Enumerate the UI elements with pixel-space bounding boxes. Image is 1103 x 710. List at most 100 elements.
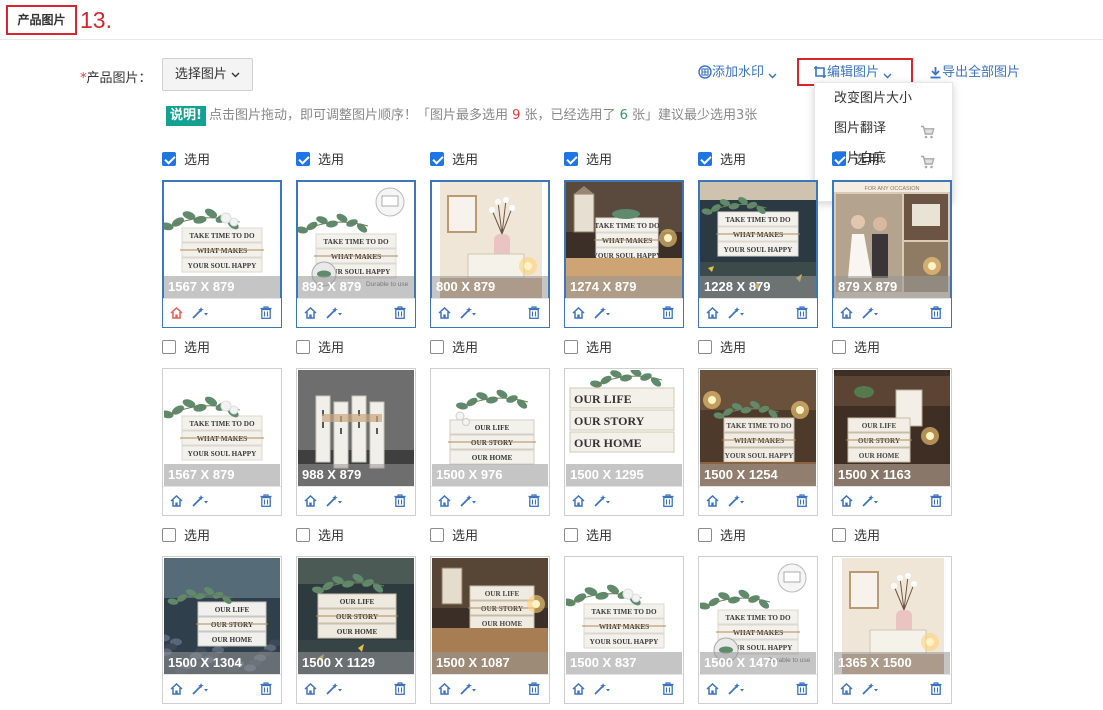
- trash-icon[interactable]: [260, 306, 272, 323]
- set-main-image-icon[interactable]: [706, 306, 719, 323]
- checkbox-box[interactable]: [296, 528, 310, 542]
- image-frame[interactable]: 800 X 879: [430, 180, 550, 328]
- product-thumbnail[interactable]: TAKE TIME TO DO WHAT MAKES YOUR SOUL HAPPY…: [298, 182, 414, 298]
- image-frame[interactable]: FOR ANY OCCASION 879 X 879: [832, 180, 952, 328]
- checkbox-box[interactable]: [832, 528, 846, 542]
- magic-wand-icon[interactable]: [325, 494, 345, 512]
- edit-images-button[interactable]: 编辑图片: [813, 64, 892, 82]
- trash-icon[interactable]: [528, 682, 540, 699]
- set-main-image-icon[interactable]: [572, 682, 585, 699]
- image-frame[interactable]: TAKE TIME TO DO WHAT MAKES YOUR SOUL HAPPY…: [296, 180, 416, 328]
- set-main-image-icon[interactable]: [840, 306, 853, 323]
- product-thumbnail[interactable]: TAKE TIME TO DO WHAT MAKES YOUR SOUL HAPPY…: [164, 182, 280, 298]
- select-checkbox[interactable]: 选用: [430, 340, 478, 358]
- set-main-image-icon[interactable]: [840, 682, 853, 699]
- magic-wand-icon[interactable]: [727, 494, 747, 512]
- product-thumbnail[interactable]: 800 X 879: [432, 182, 548, 298]
- select-checkbox[interactable]: 选用: [564, 528, 612, 546]
- product-thumbnail[interactable]: OUR LIFE OUR STORY OUR HOME 1500 X 1163: [834, 370, 950, 486]
- magic-wand-icon[interactable]: [459, 682, 479, 700]
- image-frame[interactable]: OUR LIFE OUR STORY OUR HOME 1500 X 1087: [430, 556, 550, 704]
- checkbox-box[interactable]: [832, 340, 846, 354]
- select-checkbox[interactable]: 选用: [698, 340, 746, 358]
- select-checkbox[interactable]: 选用: [698, 152, 746, 170]
- edit-menu-item[interactable]: 图片翻译: [815, 114, 952, 144]
- select-checkbox[interactable]: 选用: [162, 152, 210, 170]
- set-main-image-icon[interactable]: [840, 494, 853, 511]
- product-thumbnail[interactable]: TAKE TIME TO DO WHAT MAKES YOUR SOUL HAPPY…: [164, 370, 280, 486]
- set-main-image-icon[interactable]: [438, 306, 451, 323]
- trash-icon[interactable]: [930, 682, 942, 699]
- select-checkbox[interactable]: 选用: [832, 528, 880, 546]
- set-main-image-icon[interactable]: [438, 682, 451, 699]
- magic-wand-icon[interactable]: [191, 494, 211, 512]
- select-checkbox[interactable]: 选用: [162, 528, 210, 546]
- magic-wand-icon[interactable]: [593, 306, 613, 324]
- checkbox-box[interactable]: [296, 340, 310, 354]
- checkbox-box[interactable]: [430, 152, 444, 166]
- product-thumbnail[interactable]: OUR LIFE OUR STORY OUR HOME 1500 X 1087: [432, 558, 548, 674]
- trash-icon[interactable]: [394, 306, 406, 323]
- magic-wand-icon[interactable]: [861, 494, 881, 512]
- image-frame[interactable]: OUR LIFE OUR STORY OUR HOME 1500 X 1304: [162, 556, 282, 704]
- trash-icon[interactable]: [796, 306, 808, 323]
- magic-wand-icon[interactable]: [459, 306, 479, 324]
- image-frame[interactable]: TAKE TIME TO DO WHAT MAKES YOUR SOUL HAPPY…: [698, 180, 818, 328]
- set-main-image-icon[interactable]: [706, 494, 719, 511]
- product-thumbnail[interactable]: TAKE TIME TO DO WHAT MAKES YOUR SOUL HAPPY…: [566, 558, 682, 674]
- trash-icon[interactable]: [796, 682, 808, 699]
- checkbox-box[interactable]: [296, 152, 310, 166]
- checkbox-box[interactable]: [430, 340, 444, 354]
- product-thumbnail[interactable]: OUR LIFE OUR STORY OUR HOME 1500 X 976: [432, 370, 548, 486]
- magic-wand-icon[interactable]: [459, 494, 479, 512]
- select-checkbox[interactable]: 选用: [832, 340, 880, 358]
- select-checkbox[interactable]: 选用: [296, 340, 344, 358]
- trash-icon[interactable]: [528, 494, 540, 511]
- product-thumbnail[interactable]: OUR LIFE OUR STORY OUR HOME 1500 X 1304: [164, 558, 280, 674]
- checkbox-box[interactable]: [832, 152, 846, 166]
- checkbox-box[interactable]: [698, 152, 712, 166]
- select-checkbox[interactable]: 选用: [296, 152, 344, 170]
- checkbox-box[interactable]: [162, 152, 176, 166]
- trash-icon[interactable]: [796, 494, 808, 511]
- checkbox-box[interactable]: [564, 528, 578, 542]
- product-thumbnail[interactable]: TAKE TIME TO DO WHAT MAKES YOUR SOUL HAPPY…: [700, 182, 816, 298]
- image-frame[interactable]: TAKE TIME TO DO WHAT MAKES YOUR SOUL HAPPY…: [162, 180, 282, 328]
- magic-wand-icon[interactable]: [727, 306, 747, 324]
- magic-wand-icon[interactable]: [325, 682, 345, 700]
- checkbox-box[interactable]: [162, 340, 176, 354]
- image-frame[interactable]: 1365 X 1500: [832, 556, 952, 704]
- magic-wand-icon[interactable]: [727, 682, 747, 700]
- trash-icon[interactable]: [528, 306, 540, 323]
- set-main-image-icon[interactable]: [438, 494, 451, 511]
- trash-icon[interactable]: [662, 682, 674, 699]
- image-frame[interactable]: TAKE TIME TO DO WHAT MAKES YOUR SOUL HAPPY…: [162, 368, 282, 516]
- set-main-image-icon[interactable]: [572, 306, 585, 323]
- image-frame[interactable]: OUR LIFE OUR STORY OUR HOME 1500 X 1295: [564, 368, 684, 516]
- select-checkbox[interactable]: 选用: [698, 528, 746, 546]
- set-main-image-icon[interactable]: [170, 494, 183, 511]
- set-main-image-icon[interactable]: [170, 682, 183, 699]
- image-frame[interactable]: TAKE TIME TO DO WHAT MAKES YOUR SOUL HAPPY…: [564, 180, 684, 328]
- image-frame[interactable]: TAKE TIME TO DO WHAT MAKES YOUR SOUL HAPPY…: [698, 556, 818, 704]
- select-images-button[interactable]: 选择图片: [162, 58, 253, 91]
- checkbox-box[interactable]: [162, 528, 176, 542]
- magic-wand-icon[interactable]: [593, 682, 613, 700]
- trash-icon[interactable]: [662, 306, 674, 323]
- select-checkbox[interactable]: 选用: [162, 340, 210, 358]
- product-thumbnail[interactable]: FOR ANY OCCASION 879 X 879: [834, 182, 950, 298]
- magic-wand-icon[interactable]: [191, 682, 211, 700]
- select-checkbox[interactable]: 选用: [564, 340, 612, 358]
- select-checkbox[interactable]: 选用: [564, 152, 612, 170]
- magic-wand-icon[interactable]: [191, 306, 211, 324]
- image-frame[interactable]: TAKE TIME TO DO WHAT MAKES YOUR SOUL HAPPY…: [564, 556, 684, 704]
- image-frame[interactable]: 988 X 879: [296, 368, 416, 516]
- magic-wand-icon[interactable]: [861, 306, 881, 324]
- set-main-image-icon[interactable]: [572, 494, 585, 511]
- add-watermark-button[interactable]: 添加水印: [698, 64, 777, 82]
- image-frame[interactable]: OUR LIFE OUR STORY OUR HOME 1500 X 976: [430, 368, 550, 516]
- image-frame[interactable]: TAKE TIME TO DO WHAT MAKES YOUR SOUL HAPPY…: [698, 368, 818, 516]
- product-thumbnail[interactable]: TAKE TIME TO DO WHAT MAKES YOUR SOUL HAPPY…: [566, 182, 682, 298]
- product-thumbnail[interactable]: OUR LIFE OUR STORY OUR HOME 1500 X 1295: [566, 370, 682, 486]
- select-checkbox[interactable]: 选用: [430, 152, 478, 170]
